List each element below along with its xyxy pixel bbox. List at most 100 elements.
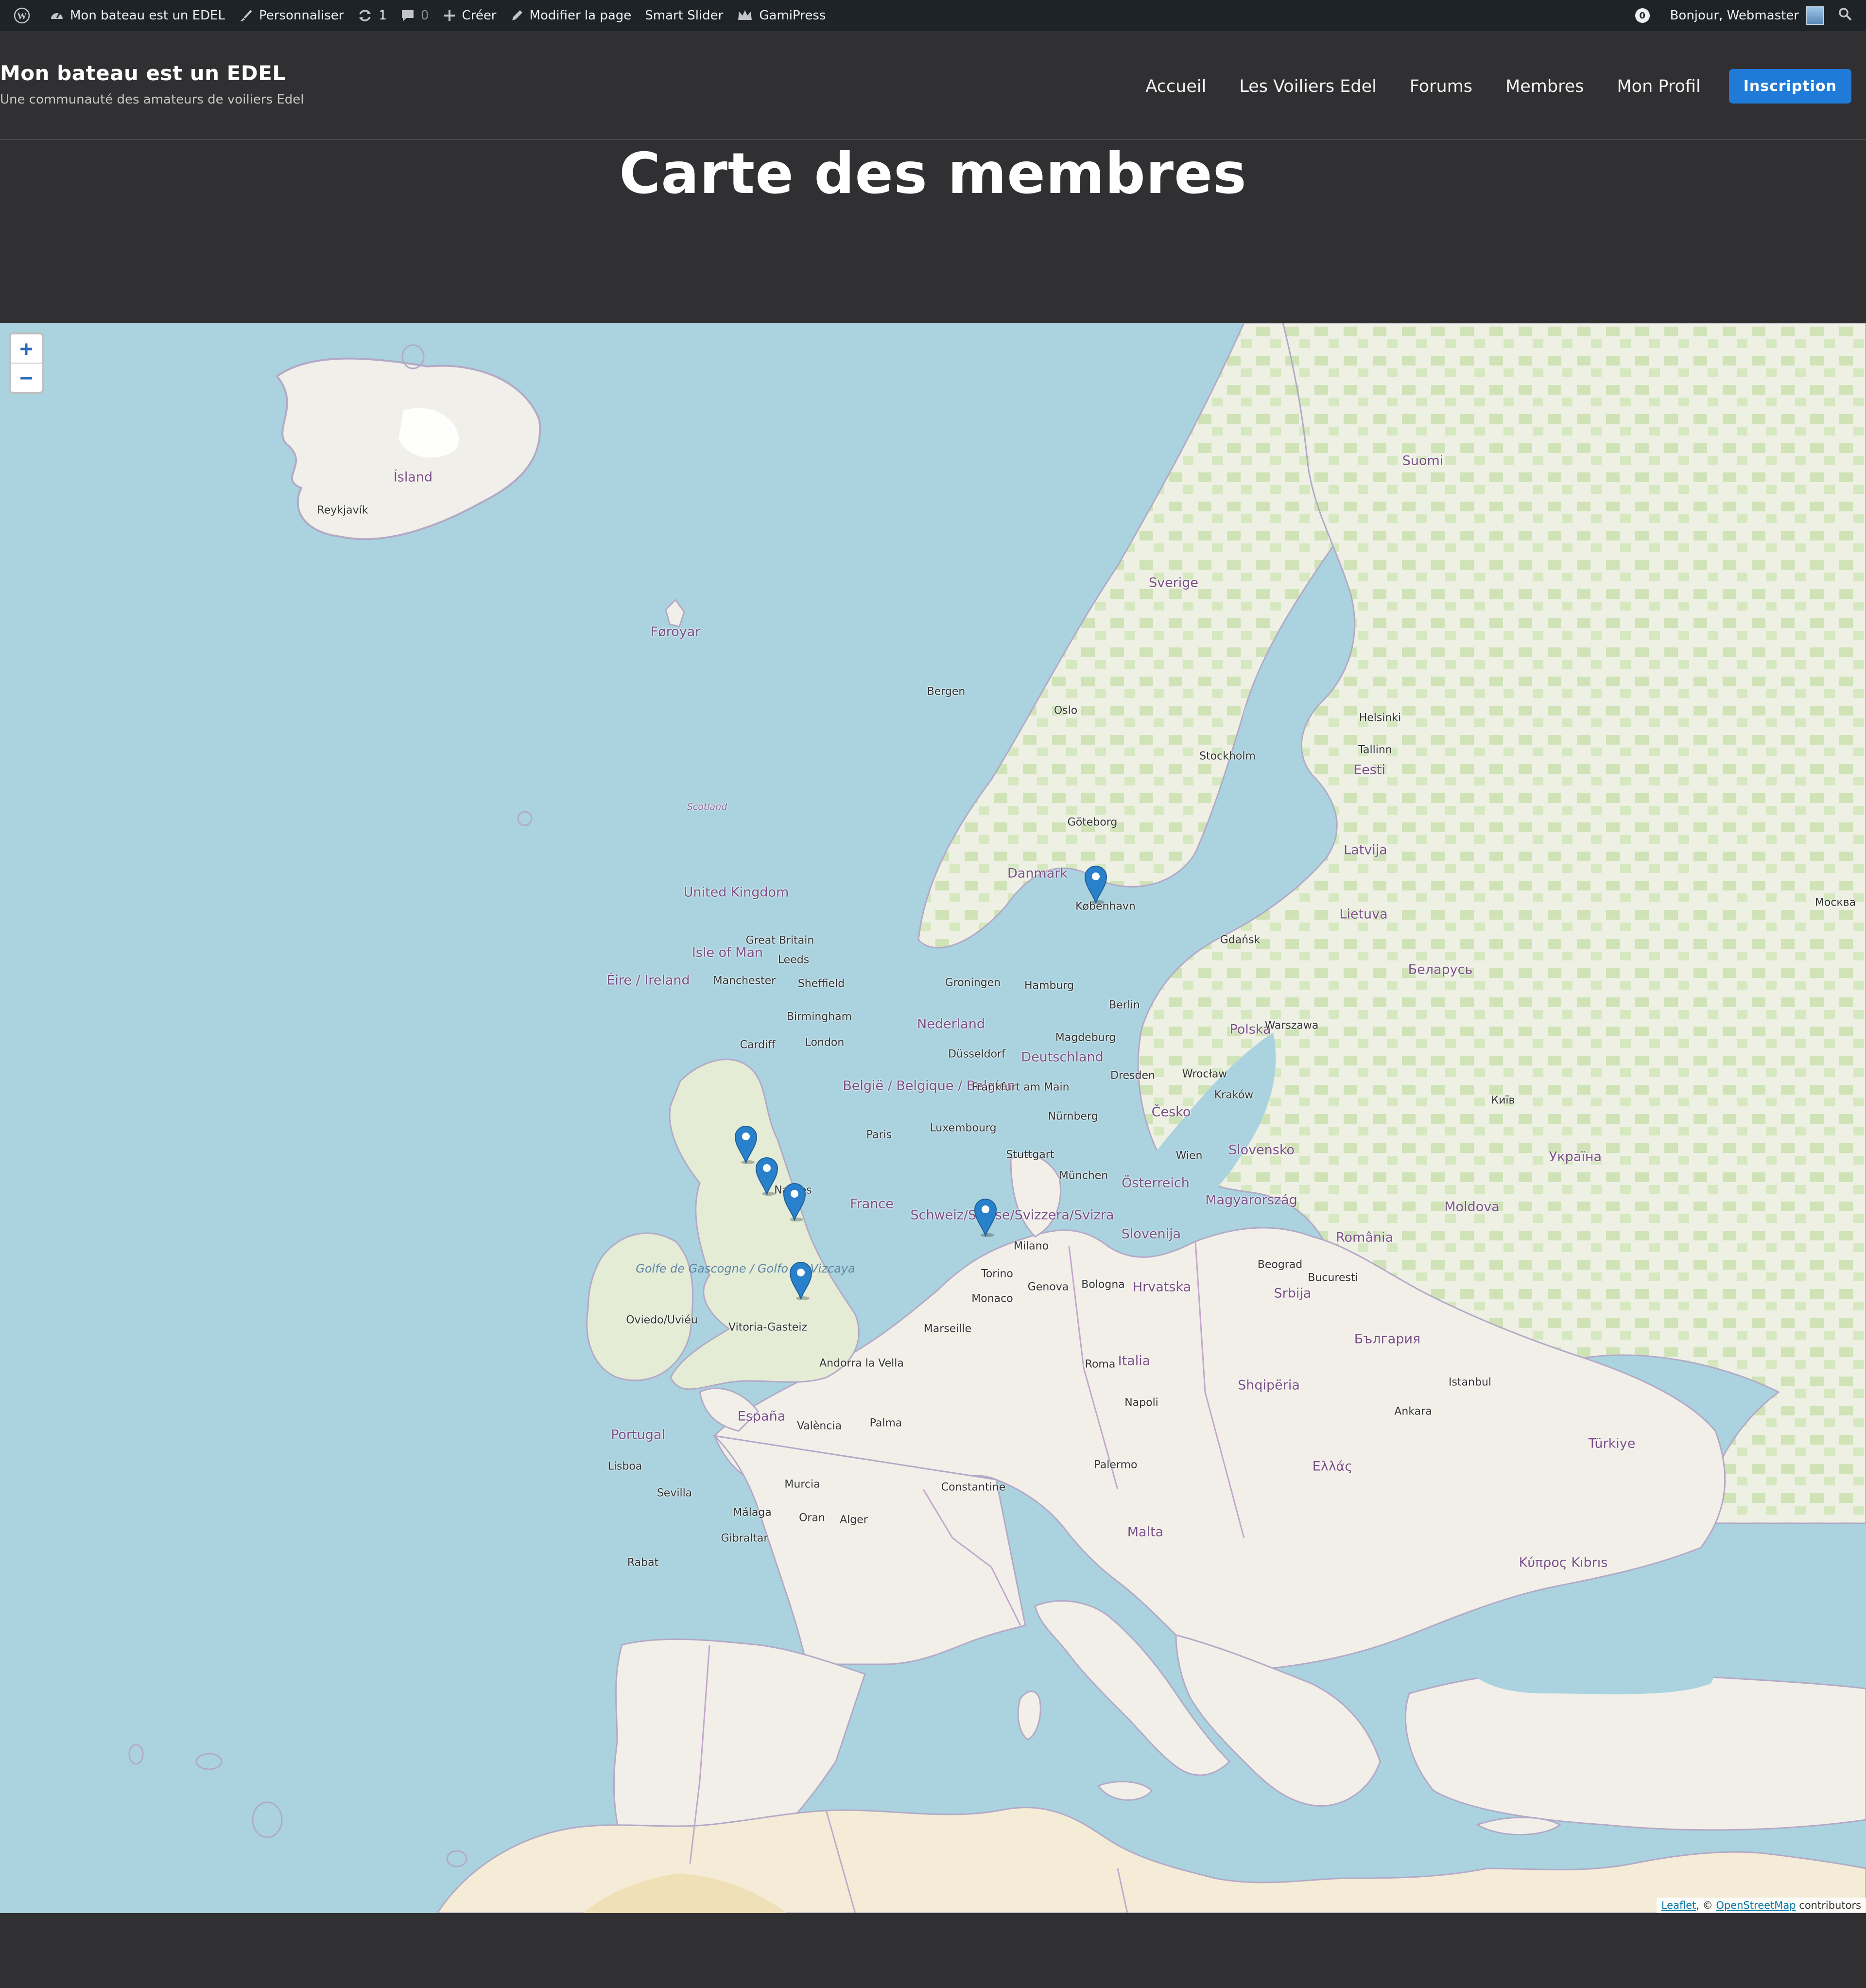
map-label-city: Gibraltar [721, 1532, 768, 1545]
map-label-city: Constantine [941, 1481, 1006, 1494]
map-label-city: Berlin [1109, 999, 1140, 1011]
map-label-city: Paris [866, 1129, 892, 1141]
map-label-city: Milano [1013, 1240, 1049, 1253]
map-label-city: Roma [1085, 1358, 1116, 1371]
page-footer-band [0, 1913, 1866, 1988]
openstreetmap-link[interactable]: OpenStreetMap [1716, 1900, 1796, 1911]
map-label-city: Wrocław [1182, 1068, 1227, 1081]
leaflet-link[interactable]: Leaflet [1661, 1900, 1696, 1911]
svg-text:W: W [17, 11, 27, 21]
wordpress-logo-button[interactable]: W [7, 0, 43, 31]
map-label-city: Lisboa [607, 1460, 642, 1473]
map-label-country: Hrvatska [1132, 1279, 1192, 1295]
map-label-region: Scotland [687, 802, 727, 812]
members-map[interactable]: Ísland Reykjavík Føroyar Suomi Sverige Bergen… [0, 323, 1866, 1913]
map-label-city: Bucuresti [1308, 1272, 1358, 1284]
map-label-city: Monaco [971, 1292, 1013, 1305]
map-label-city: Genova [1027, 1281, 1069, 1293]
map-label-city: Helsinki [1359, 712, 1401, 724]
gamipress-link[interactable]: GamiPress [730, 0, 832, 31]
member-marker[interactable] [973, 1196, 998, 1237]
map-label-country: Isle of Man [691, 945, 763, 960]
map-label-country: United Kingdom [683, 885, 789, 900]
map-label-country: Srbija [1274, 1286, 1312, 1301]
map-label-city: Tallinn [1358, 744, 1392, 756]
plus-icon [443, 9, 456, 22]
map-label-city: Oviedo/Uviéu [626, 1314, 698, 1326]
map-label-country: Suomi [1402, 453, 1444, 469]
map-label-city: London [805, 1036, 845, 1049]
zoom-control: + − [9, 332, 44, 394]
map-label-city: Andorra la Vella [819, 1357, 904, 1370]
map-label-country: Italia [1118, 1353, 1151, 1369]
map-label-country: Ísland [393, 470, 433, 485]
map-label-country: Slovenija [1121, 1226, 1181, 1242]
customize-label: Personnaliser [259, 8, 344, 23]
nav-item-les-voiliers-edel[interactable]: Les Voiliers Edel [1239, 77, 1376, 96]
map-label-country: Malta [1127, 1524, 1164, 1540]
zoom-in-button[interactable]: + [11, 334, 42, 363]
map-label-country: Danmark [1007, 866, 1068, 881]
signup-button[interactable]: Inscription [1728, 69, 1851, 104]
member-marker[interactable] [782, 1181, 807, 1221]
map-label-city: Sevilla [657, 1487, 692, 1500]
update-refresh-icon [357, 8, 373, 23]
new-content-link[interactable]: Créer [436, 0, 503, 31]
map-label-city: Москва [1814, 896, 1856, 909]
member-marker[interactable] [1083, 863, 1108, 904]
map-label-city: Cardiff [740, 1039, 776, 1051]
admin-search-button[interactable] [1831, 0, 1859, 31]
map-label-country: Україна [1549, 1149, 1602, 1165]
member-marker[interactable] [788, 1259, 813, 1300]
site-title[interactable]: Mon bateau est un EDEL [0, 61, 286, 85]
map-label-city: Birmingham [786, 1011, 852, 1023]
site-header: Mon bateau est un EDEL Une communauté de… [0, 31, 1866, 140]
map-label-city: Napoli [1124, 1396, 1158, 1409]
map-label-city: Murcia [784, 1478, 820, 1491]
map-label-city: Київ [1491, 1094, 1515, 1107]
attribution-contributors: contributors [1796, 1900, 1861, 1911]
map-label-city: Ankara [1394, 1405, 1432, 1418]
comments-count: 0 [421, 8, 429, 23]
smart-slider-link[interactable]: Smart Slider [638, 0, 730, 31]
map-label-country: Deutschland [1021, 1049, 1104, 1065]
map-label-city: Oslo [1054, 704, 1078, 717]
attribution-separator: , © [1696, 1900, 1716, 1911]
map-label-country: България [1354, 1331, 1421, 1347]
map-label-country: Lietuva [1339, 907, 1388, 922]
map-label-city: Manchester [713, 975, 776, 987]
comment-bubble-icon [400, 8, 415, 23]
map-label-city: Bologna [1081, 1278, 1125, 1291]
main-navigation: Accueil Les Voiliers Edel Forums Membres… [1112, 69, 1851, 104]
map-label-city: Stuttgart [1006, 1149, 1054, 1161]
map-label-city: Beograd [1257, 1258, 1303, 1271]
map-label-country: France [850, 1196, 894, 1212]
map-label-country: España [737, 1409, 786, 1424]
avatar [1806, 6, 1824, 25]
comments-link[interactable]: 0 [394, 0, 436, 31]
map-label-city: Marseille [923, 1323, 972, 1335]
map-label-city: München [1059, 1169, 1108, 1182]
notifications-link[interactable]: 0 [1628, 0, 1663, 31]
dashboard-gauge-icon [50, 8, 64, 23]
zoom-out-button[interactable]: − [11, 363, 42, 392]
site-name-link[interactable]: Mon bateau est un EDEL [43, 0, 232, 31]
nav-item-mon-profil[interactable]: Mon Profil [1617, 77, 1700, 96]
site-name-label: Mon bateau est un EDEL [70, 8, 225, 23]
map-label-city: Stockholm [1199, 750, 1256, 763]
map-label-country: Беларусь [1408, 962, 1473, 977]
map-attribution: Leaflet, © OpenStreetMap contributors [1656, 1898, 1866, 1913]
member-marker[interactable] [754, 1155, 779, 1196]
edit-page-link[interactable]: Modifier la page [503, 0, 639, 31]
my-account-link[interactable]: Bonjour, Webmaster [1663, 0, 1831, 31]
smart-slider-label: Smart Slider [645, 8, 724, 23]
updates-link[interactable]: 1 [350, 0, 394, 31]
map-label-country: Česko [1151, 1104, 1191, 1120]
nav-item-forums[interactable]: Forums [1410, 77, 1472, 96]
nav-item-membres[interactable]: Membres [1505, 77, 1584, 96]
customize-link[interactable]: Personnaliser [232, 0, 350, 31]
search-icon [1838, 7, 1852, 25]
map-label-city: Sheffield [797, 977, 845, 990]
nav-item-accueil[interactable]: Accueil [1145, 77, 1206, 96]
map-label-sea: Golfe de Gascogne / Golfo de Vizcaya [636, 1262, 855, 1275]
